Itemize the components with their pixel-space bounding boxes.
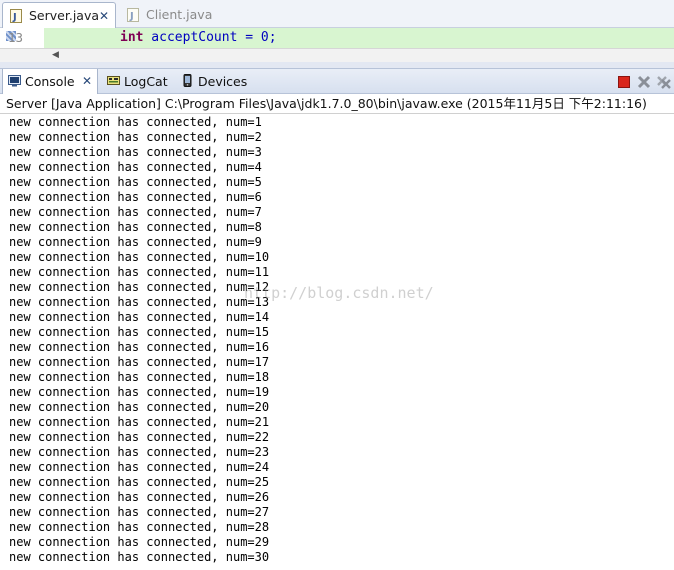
editor-gutter: 13 <box>0 28 44 48</box>
code-text: acceptCount = 0; <box>143 30 277 45</box>
console-line: new connection has connected, num=6 <box>9 190 262 204</box>
console-view-tab-bar: Console ✕ LogCat Devices <box>0 68 674 94</box>
editor-tab-server-java[interactable]: J Server.java ✕ <box>2 2 116 28</box>
code-line: int acceptCount = 0; <box>120 30 277 45</box>
terminate-icon[interactable] <box>616 74 632 90</box>
console-line: new connection has connected, num=8 <box>9 220 262 234</box>
console-line: new connection has connected, num=30 <box>9 550 270 564</box>
console-line: new connection has connected, num=12 <box>9 280 270 294</box>
close-tab-icon[interactable]: ✕ <box>99 3 109 29</box>
console-line: new connection has connected, num=17 <box>9 355 270 369</box>
console-line: new connection has connected, num=21 <box>9 415 270 429</box>
editor-tab-bar: J Server.java ✕ J Client.java <box>0 0 674 28</box>
tab-logcat[interactable]: LogCat <box>102 69 178 94</box>
console-line: new connection has connected, num=29 <box>9 535 270 549</box>
console-line: new connection has connected, num=18 <box>9 370 270 384</box>
console-line: new connection has connected, num=1 <box>9 115 262 129</box>
console-line: new connection has connected, num=27 <box>9 505 270 519</box>
editor-horizontal-scrollbar[interactable]: ◀ <box>0 48 674 62</box>
tab-label: LogCat <box>124 74 168 89</box>
scroll-left-arrow-icon[interactable]: ◀ <box>52 49 59 62</box>
code-keyword: int <box>120 30 144 45</box>
device-phone-icon <box>183 74 192 87</box>
console-line: new connection has connected, num=5 <box>9 175 262 189</box>
console-line: new connection has connected, num=14 <box>9 310 270 324</box>
editor-tab-label: Client.java <box>146 7 213 22</box>
watermark-text: http://blog.csdn.net/ <box>244 284 434 302</box>
console-line: new connection has connected, num=26 <box>9 490 270 504</box>
line-number: 13 <box>8 30 24 45</box>
tab-label: Devices <box>198 74 248 89</box>
svg-text:J: J <box>12 12 17 23</box>
remove-launch-icon[interactable] <box>636 74 652 90</box>
console-line: new connection has connected, num=7 <box>9 205 262 219</box>
console-line: new connection has connected, num=4 <box>9 160 262 174</box>
console-icon <box>8 75 21 87</box>
console-process-header: Server [Java Application] C:\Program Fil… <box>0 94 674 114</box>
tab-console[interactable]: Console ✕ <box>2 69 98 94</box>
console-line: new connection has connected, num=10 <box>9 250 270 264</box>
console-line: new connection has connected, num=16 <box>9 340 270 354</box>
console-toolbar <box>610 72 674 92</box>
tab-label: Console <box>25 74 75 89</box>
editor-tab-label: Server.java <box>29 8 100 23</box>
java-file-icon: J <box>10 9 22 23</box>
console-line: new connection has connected, num=23 <box>9 445 270 459</box>
remove-all-terminated-icon[interactable] <box>656 74 672 90</box>
console-line: new connection has connected, num=13 <box>9 295 270 309</box>
console-line: new connection has connected, num=2 <box>9 130 262 144</box>
console-line: new connection has connected, num=3 <box>9 145 262 159</box>
console-line: new connection has connected, num=28 <box>9 520 270 534</box>
tab-devices[interactable]: Devices <box>176 69 252 94</box>
console-line: new connection has connected, num=11 <box>9 265 270 279</box>
console-line: new connection has connected, num=20 <box>9 400 270 414</box>
console-line: new connection has connected, num=19 <box>9 385 270 399</box>
console-line: new connection has connected, num=22 <box>9 430 270 444</box>
console-line: new connection has connected, num=25 <box>9 475 270 489</box>
console-line: new connection has connected, num=9 <box>9 235 262 249</box>
java-file-icon: J <box>127 8 139 22</box>
console-line: new connection has connected, num=15 <box>9 325 270 339</box>
console-output[interactable]: new connection has connected, num=1 new c… <box>0 114 674 570</box>
console-line: new connection has connected, num=24 <box>9 460 270 474</box>
logcat-icon <box>107 76 120 85</box>
editor-tab-client-java[interactable]: J Client.java <box>120 2 230 28</box>
close-tab-icon[interactable]: ✕ <box>82 69 92 94</box>
code-editor[interactable]: 13 int acceptCount = 0; <box>0 28 674 48</box>
svg-text:J: J <box>129 11 134 22</box>
